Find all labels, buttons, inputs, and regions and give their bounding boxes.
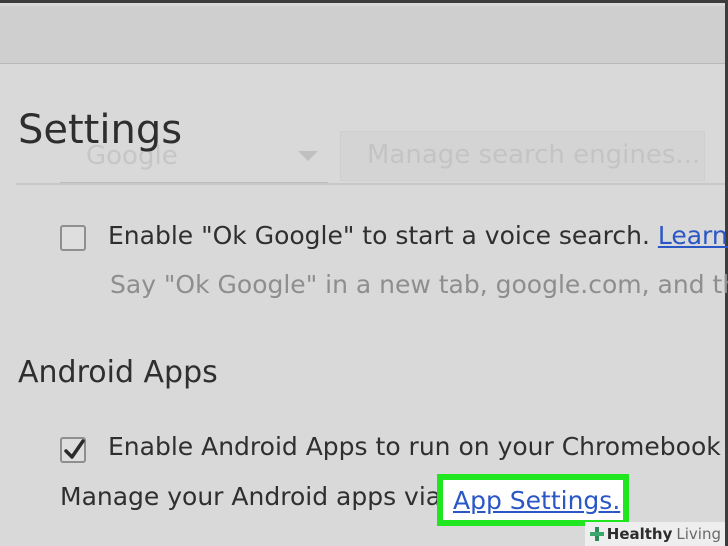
android-apps-section-title: Android Apps	[18, 355, 218, 390]
manage-search-engines-button[interactable]: Manage search engines...	[340, 131, 705, 181]
app-settings-period: .	[612, 486, 621, 515]
browser-top-bar	[0, 6, 725, 64]
enable-android-apps-checkbox[interactable]	[60, 437, 86, 463]
page-title: Settings	[18, 107, 183, 153]
ok-google-row: Enable "Ok Google" to start a voice sear…	[108, 221, 728, 250]
section-divider	[16, 183, 725, 185]
watermark-brand-strong: Healthy	[606, 525, 673, 543]
app-settings-link-text: App Settings	[453, 486, 613, 515]
ok-google-checkbox[interactable]	[60, 225, 86, 251]
ok-google-description: Say "Ok Google" in a new tab, google.com…	[110, 270, 728, 299]
manage-android-apps-text: Manage your Android apps via	[60, 482, 442, 511]
settings-window: Settings Google Manage search engines...…	[0, 0, 728, 546]
watermark: Healthy Living	[584, 522, 725, 546]
learn-more-link[interactable]: Learn m	[658, 221, 728, 250]
watermark-brand-light: Living	[676, 525, 721, 543]
enable-android-apps-label: Enable Android Apps to run on your Chrom…	[108, 432, 721, 461]
healthy-living-logo-icon	[589, 527, 604, 541]
chevron-down-icon	[298, 151, 318, 161]
manage-search-engines-label: Manage search engines...	[367, 140, 701, 170]
checkmark-icon	[64, 439, 85, 459]
app-settings-highlight-box: App Settings.	[437, 474, 629, 526]
app-settings-link[interactable]: App Settings.	[453, 486, 620, 515]
ok-google-label: Enable "Ok Google" to start a voice sear…	[108, 221, 650, 250]
